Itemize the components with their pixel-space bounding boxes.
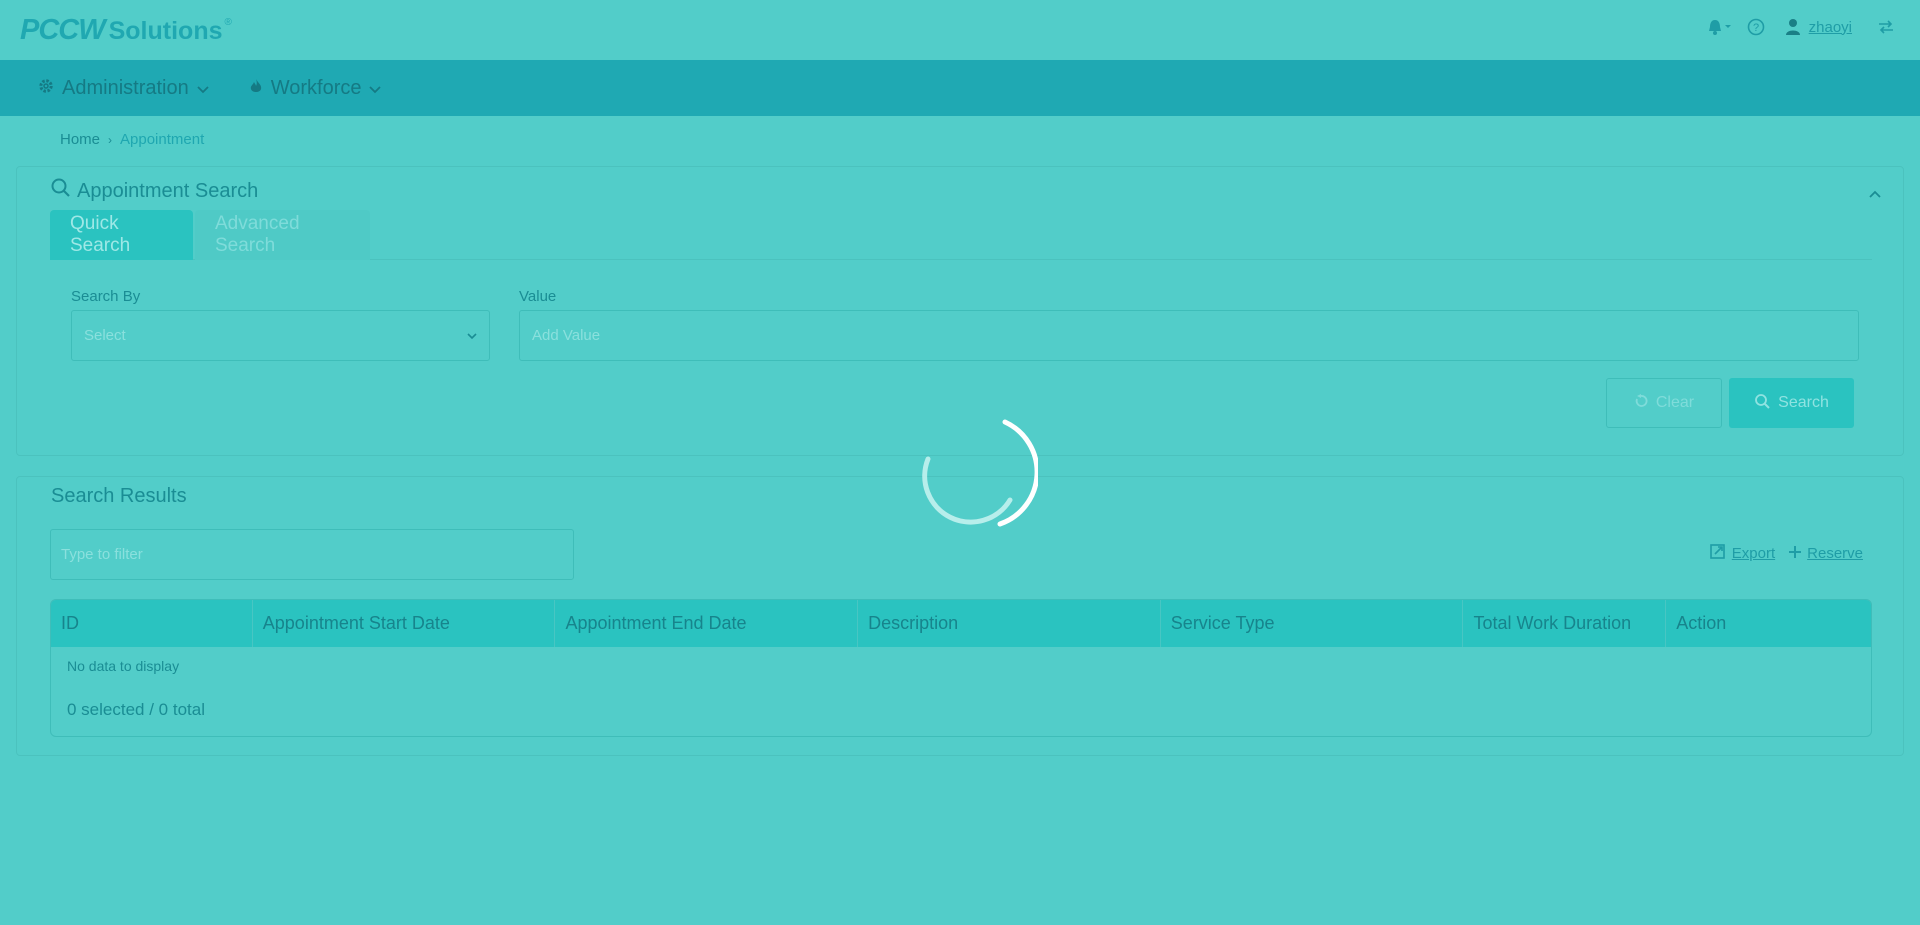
top-right-controls: ? zhaoyi [1707, 18, 1894, 36]
column-header-service-type[interactable]: Service Type [1161, 600, 1464, 647]
clear-button[interactable]: Clear [1606, 378, 1722, 428]
reserve-label: Reserve [1807, 544, 1863, 562]
search-label: Search [1778, 394, 1829, 411]
search-by-select[interactable]: Select [71, 310, 490, 361]
loading-spinner-icon [908, 412, 1040, 532]
column-header-id[interactable]: ID [51, 600, 253, 647]
breadcrumb-current: Appointment [120, 131, 205, 148]
chevron-down-icon [197, 77, 209, 100]
chevron-right-icon: › [108, 132, 113, 147]
export-link[interactable]: Export [1709, 543, 1776, 563]
column-header-action[interactable]: Action [1666, 600, 1871, 647]
panel-title-text: Appointment Search [77, 179, 259, 202]
results-title: Search Results [51, 485, 187, 507]
gear-icon [38, 77, 54, 100]
flame-icon [249, 77, 263, 100]
chevron-down-icon [467, 327, 477, 344]
column-header-description[interactable]: Description [858, 600, 1161, 647]
switch-icon[interactable] [1878, 20, 1894, 34]
selection-summary: 0 selected / 0 total [67, 700, 205, 719]
value-placeholder: Add Value [532, 327, 601, 344]
results-actions: Export Reserve [1709, 543, 1863, 563]
logo-registered-mark: ® [224, 17, 232, 28]
top-bar: PCCW Solutions ® ? zhaoyi [0, 0, 1920, 60]
empty-message: No data to display [67, 658, 180, 674]
reserve-link[interactable]: Reserve [1789, 545, 1863, 562]
plus-icon [1789, 545, 1802, 562]
value-input[interactable]: Add Value [519, 310, 1859, 361]
clear-label: Clear [1655, 394, 1695, 411]
username-link[interactable]: zhaoyi [1809, 19, 1852, 36]
nav-item-label: Workforce [270, 76, 362, 99]
breadcrumb-home[interactable]: Home [60, 131, 100, 148]
bell-icon[interactable] [1707, 18, 1733, 36]
nav-item-administration[interactable]: Administration [38, 77, 209, 100]
column-header-end-date[interactable]: Appointment End Date [555, 600, 859, 647]
search-tabs: Quick Search Advanced Search [50, 210, 1872, 260]
search-icon [51, 178, 71, 204]
filter-placeholder: Type to filter [61, 546, 143, 563]
pccw-logo[interactable]: PCCW Solutions ® [20, 14, 232, 47]
select-placeholder: Select [84, 327, 126, 344]
panel-title: Appointment Search [51, 178, 258, 204]
search-by-label: Search By [71, 288, 141, 305]
logo-suffix: Solutions [108, 17, 223, 45]
table-header: ID Appointment Start Date Appointment En… [51, 600, 1871, 647]
nav-item-workforce[interactable]: Workforce [249, 77, 382, 100]
results-table: ID Appointment Start Date Appointment En… [50, 599, 1872, 737]
reset-icon [1634, 393, 1648, 413]
user-icon [1785, 18, 1801, 36]
search-button[interactable]: Search [1729, 378, 1854, 428]
filter-input[interactable]: Type to filter [50, 529, 574, 580]
chevron-up-icon[interactable] [1869, 185, 1881, 203]
nav-item-label: Administration [62, 76, 189, 99]
export-label: Export [1731, 544, 1776, 562]
chevron-down-icon [369, 77, 382, 100]
column-header-start-date[interactable]: Appointment Start Date [253, 600, 556, 647]
breadcrumb: Home › Appointment [60, 131, 204, 148]
column-header-total-work-duration[interactable]: Total Work Duration [1463, 600, 1667, 647]
svg-text:?: ? [1753, 22, 1759, 34]
help-icon[interactable]: ? [1747, 18, 1765, 36]
main-navbar: Administration Workforce [0, 60, 1920, 116]
search-icon [1754, 393, 1770, 414]
tab-advanced-search[interactable]: Advanced Search [195, 210, 370, 260]
value-label: Value [519, 288, 557, 305]
tab-quick-search[interactable]: Quick Search [50, 210, 193, 260]
export-icon [1709, 543, 1726, 563]
logo-brand: PCCW [20, 14, 106, 46]
